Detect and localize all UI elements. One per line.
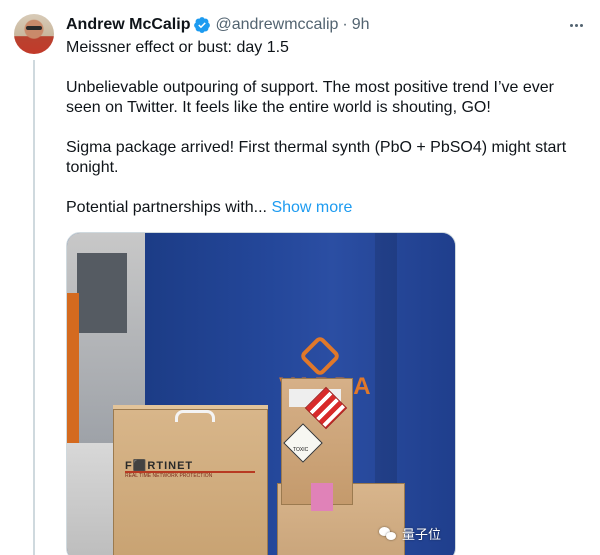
photo-scene: VARDA F⬛RTINET REAL TIME NETWORK PROTECT…	[67, 233, 455, 555]
avatar-column	[14, 14, 54, 54]
tweet-text: Meissner effect or bust: day 1.5 Unbelie…	[66, 38, 586, 218]
tweet-paragraph-2: Unbelievable outpouring of support. The …	[66, 79, 554, 116]
verified-badge-icon	[194, 17, 211, 33]
watermark-text: 量子位	[401, 527, 441, 542]
fortinet-box	[113, 409, 268, 555]
avatar-glasses	[26, 26, 42, 30]
thread-line	[33, 60, 35, 555]
show-more-link[interactable]: Show more	[271, 199, 352, 216]
tweet-header: Andrew McCalip @andrewmccalip · 9h	[66, 14, 586, 36]
avatar[interactable]	[14, 14, 54, 54]
author-name[interactable]: Andrew McCalip	[66, 16, 190, 34]
separator-dot: ·	[342, 16, 348, 33]
author-handle[interactable]: @andrewmccalip	[215, 16, 338, 34]
tweet-paragraph-4-text: Potential partnerships with...	[66, 199, 267, 216]
tweet-paragraph-4: Potential partnerships with... Show more	[66, 198, 586, 218]
fortinet-subtext: REAL TIME NETWORK PROTECTION	[125, 473, 213, 479]
tweet-line-1: Meissner effect or bust: day 1.5	[66, 39, 289, 56]
varda-logo-icon	[298, 334, 342, 378]
tweet-paragraph-3: Sigma package arrived! First thermal syn…	[66, 139, 567, 176]
more-options-icon[interactable]	[566, 16, 586, 34]
pink-tape	[311, 483, 333, 511]
tweet-time[interactable]: 9h	[352, 16, 370, 34]
box-handle	[175, 410, 215, 422]
tweet-media-photo[interactable]: VARDA F⬛RTINET REAL TIME NETWORK PROTECT…	[66, 232, 456, 555]
watermark: 量子位	[378, 524, 441, 543]
photo-orange-post	[67, 293, 79, 443]
photo-door	[77, 253, 127, 333]
toxic-label: TOXIC	[293, 447, 309, 453]
wechat-icon	[378, 526, 397, 541]
tweet[interactable]: Andrew McCalip @andrewmccalip · 9h Meiss…	[0, 0, 600, 555]
